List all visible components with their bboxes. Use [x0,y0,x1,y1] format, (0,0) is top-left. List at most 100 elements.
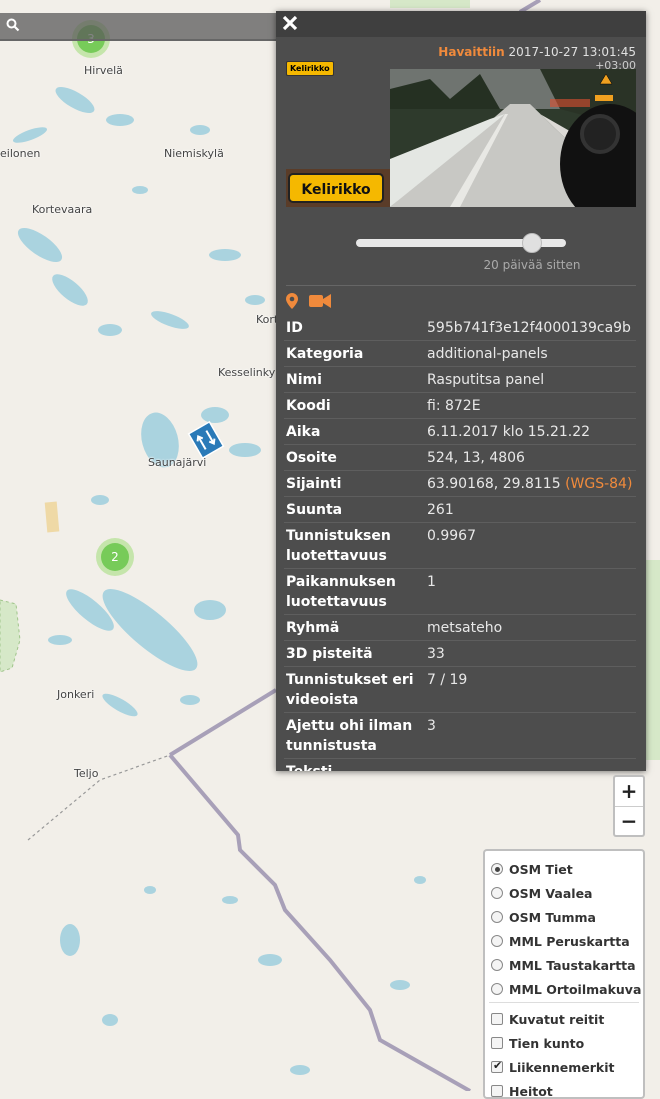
attribute-value-text: 7 / 19 [427,672,468,688]
attribute-key: Osoite [284,444,425,471]
observed-label: Havaittiin [438,45,505,59]
attribute-row: Tunnistuksen luotettavuus 0.9967 [284,522,636,569]
attribute-key: Suunta [284,496,425,523]
attribute-value-text: Rasputitsa panel [427,372,545,388]
radio-button[interactable] [491,935,503,947]
coordinate-system-link[interactable]: (WGS-84) [565,476,632,492]
attribute-key: Ryhmä [284,614,425,641]
attribute-row: Aika 6.11.2017 klo 15.21.22 [284,418,636,445]
attribute-value-text: 1 [427,574,436,590]
attribute-key: Sijainti [284,470,425,497]
attribute-key: Teksti [284,758,425,771]
checkbox[interactable] [491,1059,503,1073]
overlay-option-heitot[interactable]: Heitot [491,1081,553,1099]
attribute-row: Tunnistukset eri videoista 7 / 19 [284,666,636,713]
marker-cluster[interactable]: 2 [96,538,134,576]
place-label: Teljo [74,767,99,780]
attribute-row: Sijainti 63.90168, 29.8115 (WGS-84) [284,470,636,497]
layer-label: OSM Tiet [509,861,573,877]
place-label: Kort [256,313,279,326]
place-label: Hirvelä [84,64,123,77]
video-frame[interactable] [390,69,636,207]
attribute-key: Koodi [284,392,425,419]
attribute-value-text: 524, 13, 4806 [427,450,525,466]
layer-option-mml-ortoilmakuva[interactable]: MML Ortoilmakuva [491,979,641,999]
attribute-table: ID 595b741f3e12f4000139ca9b Kategoria addit… [284,315,636,771]
attribute-value-text: 33 [427,646,445,662]
sign-thumbnail[interactable]: Kelirikko [286,169,390,207]
attribute-value-text: metsateho [427,620,503,636]
attribute-row: Teksti... [284,758,636,771]
panel-icons [286,292,337,313]
attribute-key: Nimi [284,366,425,393]
thumb-sign-text: Kelirikko [301,182,371,198]
zoom-control: + − [613,775,645,837]
overlay-label: Tien kunto [509,1035,585,1051]
location-pin-icon[interactable] [286,292,298,313]
attribute-value-text: 3 [427,718,436,734]
divider [286,285,636,286]
overlay-option-tien-kunto[interactable]: Tien kunto [491,1033,584,1053]
checkbox[interactable] [491,1013,503,1025]
attribute-value: 33 [425,640,636,667]
attribute-row: Suunta 261 [284,496,636,523]
radio-button[interactable] [491,887,503,899]
layer-option-osm-tumma[interactable]: OSM Tumma [491,907,596,927]
close-icon[interactable] [281,14,299,32]
layer-separator [489,1002,639,1003]
attribute-row: Osoite 524, 13, 4806 [284,444,636,471]
layer-label: OSM Vaalea [509,885,593,901]
attribute-value: 524, 13, 4806 [425,444,636,471]
search-bar [0,13,290,41]
overlay-option-liikennemerkit[interactable]: Liikennemerkit [491,1057,615,1077]
place-label: Kesselinky [218,366,276,379]
attribute-value-text: 595b741f3e12f4000139ca9b [427,320,631,336]
cluster-count: 2 [101,543,129,571]
overlay-label: Kuvatut reitit [509,1011,605,1027]
place-label: Jonkeri [57,688,95,701]
layer-label: OSM Tumma [509,909,596,925]
attribute-value-text: fi: 872E [427,398,481,414]
slider-handle[interactable] [522,233,543,253]
radio-button[interactable] [491,911,503,923]
layer-option-osm-vaalea[interactable]: OSM Vaalea [491,883,592,903]
attribute-value-text: ... [427,764,440,771]
attribute-value-text: 0.9967 [427,528,476,544]
attribute-value-text: 63.90168, 29.8115 [427,476,561,492]
layer-option-mml-taustakartta[interactable]: MML Taustakartta [491,955,636,975]
layer-label: MML Ortoilmakuva [509,981,642,997]
attribute-value: Rasputitsa panel [425,366,636,393]
observed-time: 2017-10-27 13:01:45 [508,45,636,59]
radio-button[interactable] [491,863,503,875]
attribute-value: 1 [425,568,636,615]
overlay-label: Liikennemerkit [509,1059,615,1075]
radio-button[interactable] [491,983,503,995]
time-slider[interactable] [356,233,566,253]
attribute-key: Kategoria [284,340,425,367]
attribute-row: ID 595b741f3e12f4000139ca9b [284,315,636,341]
radio-button[interactable] [491,959,503,971]
zoom-out-button[interactable]: − [615,806,643,835]
zoom-in-button[interactable]: + [615,777,643,806]
attribute-row: Koodi fi: 872E [284,392,636,419]
search-icon[interactable] [6,18,20,32]
attribute-row: 3D pisteitä 33 [284,640,636,667]
checkbox[interactable] [491,1037,503,1049]
panel-header [276,11,646,37]
attribute-value: 261 [425,496,636,523]
video-camera-icon[interactable] [309,293,332,312]
overlay-label: Heitot [509,1083,553,1099]
layer-label: MML Peruskartta [509,933,630,949]
overlay-option-kuvatut-reitit[interactable]: Kuvatut reitit [491,1009,604,1029]
attribute-key: Ajettu ohi ilman tunnistusta [284,712,425,759]
checkbox[interactable] [491,1085,503,1097]
search-input[interactable] [22,16,272,36]
attribute-value: 3 [425,712,636,759]
attribute-value: 595b741f3e12f4000139ca9b [425,315,636,341]
attribute-value: additional-panels [425,340,636,367]
sign-badge: Kelirikko [286,61,334,76]
layer-option-osm-tiet[interactable]: OSM Tiet [491,859,573,879]
attribute-key: Tunnistuksen luotettavuus [284,522,425,569]
attribute-key: ID [284,315,425,341]
layer-option-mml-peruskartta[interactable]: MML Peruskartta [491,931,630,951]
